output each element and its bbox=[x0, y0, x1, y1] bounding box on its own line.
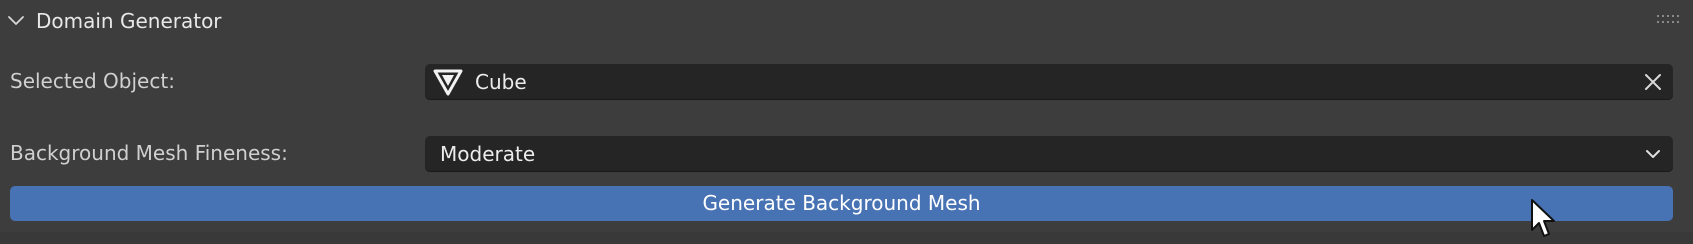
drag-handle-icon[interactable] bbox=[1656, 13, 1680, 25]
chevron-down-icon bbox=[1646, 150, 1660, 158]
mesh-icon bbox=[433, 69, 463, 96]
close-icon[interactable] bbox=[1643, 72, 1663, 92]
domain-generator-panel: Domain Generator Selected Object: Cube B… bbox=[0, 0, 1693, 244]
mesh-fineness-value: Moderate bbox=[440, 142, 536, 166]
panel-footer-divider bbox=[0, 232, 1693, 244]
mouse-cursor-icon bbox=[1531, 199, 1555, 237]
selected-object-value: Cube bbox=[475, 70, 527, 94]
panel-title: Domain Generator bbox=[36, 9, 222, 33]
mesh-fineness-label: Background Mesh Fineness: bbox=[10, 141, 288, 165]
panel-header[interactable]: Domain Generator bbox=[0, 0, 1693, 42]
selected-object-label: Selected Object: bbox=[10, 69, 175, 93]
mesh-fineness-dropdown[interactable]: Moderate bbox=[425, 136, 1673, 172]
generate-background-mesh-button[interactable]: Generate Background Mesh bbox=[10, 186, 1673, 221]
selected-object-field[interactable]: Cube bbox=[425, 64, 1673, 100]
chevron-down-icon[interactable] bbox=[6, 11, 26, 31]
